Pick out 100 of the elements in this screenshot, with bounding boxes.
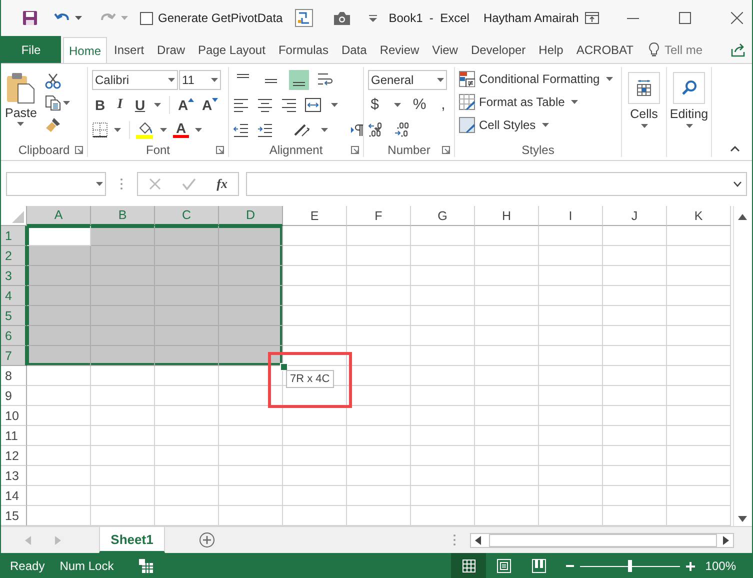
spreadsheet-cell[interactable] — [91, 386, 155, 406]
indent-icon[interactable] — [257, 122, 273, 136]
row-header[interactable]: 11 — [1, 426, 27, 446]
spreadsheet-cell[interactable] — [91, 406, 155, 426]
spreadsheet-cell[interactable] — [475, 406, 539, 426]
column-header[interactable]: C — [155, 206, 219, 226]
spreadsheet-cell[interactable] — [155, 446, 219, 466]
row-header[interactable]: 8 — [1, 366, 27, 386]
refresh-icon[interactable] — [294, 9, 313, 27]
spreadsheet-cell[interactable] — [411, 466, 475, 486]
sheet-tab[interactable]: Sheet1 — [99, 527, 165, 553]
spreadsheet-cell[interactable] — [411, 306, 475, 326]
spreadsheet-cell[interactable] — [155, 346, 219, 366]
spreadsheet-cell[interactable] — [27, 246, 91, 266]
spreadsheet-cell[interactable] — [603, 406, 667, 426]
spreadsheet-cell[interactable] — [411, 426, 475, 446]
spreadsheet-cell[interactable] — [539, 306, 603, 326]
spreadsheet-cell[interactable] — [475, 266, 539, 286]
add-sheet-icon[interactable] — [199, 532, 215, 548]
cell-styles-button[interactable]: Cell Styles — [459, 115, 617, 135]
spreadsheet-cell[interactable] — [475, 446, 539, 466]
paintbrush-icon[interactable] — [44, 117, 61, 133]
align-right-icon[interactable] — [281, 98, 297, 112]
underline-button[interactable]: U — [132, 96, 148, 112]
table-brush-icon[interactable] — [459, 94, 475, 110]
spreadsheet-cell[interactable] — [219, 386, 283, 406]
ribbon-tab[interactable]: Review — [374, 36, 426, 63]
spreadsheet-cell[interactable] — [91, 446, 155, 466]
spreadsheet-cell[interactable] — [91, 246, 155, 266]
cells-icon[interactable] — [636, 80, 652, 96]
spreadsheet-cell[interactable] — [603, 326, 667, 346]
spreadsheet-cell[interactable] — [667, 386, 731, 406]
spreadsheet-cell[interactable] — [91, 326, 155, 346]
row-header[interactable]: 6 — [1, 326, 27, 346]
spreadsheet-cell[interactable] — [347, 426, 411, 446]
ribbon-button[interactable]: Cells — [626, 69, 662, 128]
ribbon-tab[interactable]: Draw — [151, 36, 192, 63]
spreadsheet-cell[interactable] — [347, 286, 411, 306]
customize-icon[interactable] — [368, 14, 377, 22]
spreadsheet-cell[interactable] — [411, 406, 475, 426]
spreadsheet-cell[interactable] — [347, 486, 411, 506]
dialog-launcher-icon[interactable] — [351, 146, 359, 154]
spreadsheet-cell[interactable] — [27, 486, 91, 506]
spreadsheet-cell[interactable] — [539, 486, 603, 506]
decimal-arrow-icon[interactable] — [394, 122, 410, 138]
spreadsheet-cell[interactable] — [667, 346, 731, 366]
spreadsheet-cell[interactable] — [27, 426, 91, 446]
slider-thumb[interactable] — [628, 560, 632, 572]
select-all-icon[interactable] — [12, 211, 24, 223]
spreadsheet-cell[interactable] — [91, 226, 155, 246]
spreadsheet-cell[interactable] — [27, 406, 91, 426]
spreadsheet-cell[interactable] — [347, 306, 411, 326]
fill-handle[interactable] — [280, 363, 288, 371]
spreadsheet-cell[interactable] — [411, 326, 475, 346]
spreadsheet-cell[interactable] — [539, 406, 603, 426]
spreadsheet-cell[interactable] — [91, 426, 155, 446]
number-format-dropdown[interactable]: General — [368, 70, 447, 90]
spreadsheet-cell[interactable] — [475, 426, 539, 446]
spreadsheet-cell[interactable] — [667, 446, 731, 466]
column-header[interactable]: F — [347, 206, 411, 226]
next-sheet-icon[interactable] — [55, 536, 61, 544]
page-break-view-icon[interactable] — [530, 558, 547, 574]
ribbon-tab[interactable]: Insert — [108, 36, 150, 63]
spreadsheet-cell[interactable] — [27, 446, 91, 466]
spreadsheet-cell[interactable] — [667, 286, 731, 306]
spreadsheet-cell[interactable] — [219, 246, 283, 266]
file-tab[interactable]: File — [1, 36, 61, 63]
spreadsheet-cell[interactable] — [219, 306, 283, 326]
spreadsheet-cell[interactable] — [155, 406, 219, 426]
spreadsheet-cell[interactable] — [539, 286, 603, 306]
spreadsheet-cell[interactable] — [283, 426, 347, 446]
outdent-icon[interactable] — [233, 122, 249, 136]
font-size-dropdown[interactable]: 11 — [179, 70, 221, 90]
dialog-launcher-icon[interactable] — [442, 146, 450, 154]
spreadsheet-cell[interactable] — [411, 446, 475, 466]
spreadsheet-cell[interactable] — [283, 446, 347, 466]
column-header[interactable]: A — [27, 206, 91, 226]
spreadsheet-cell[interactable] — [219, 286, 283, 306]
spreadsheet-cell[interactable] — [539, 226, 603, 246]
spreadsheet-cell[interactable] — [155, 246, 219, 266]
spreadsheet-cell[interactable] — [283, 466, 347, 486]
spreadsheet-cell[interactable] — [603, 226, 667, 246]
spreadsheet-cell[interactable] — [475, 386, 539, 406]
comma-button[interactable]: , — [436, 96, 450, 113]
spreadsheet-cell[interactable] — [603, 286, 667, 306]
spreadsheet-cell[interactable] — [27, 466, 91, 486]
spreadsheet-cell[interactable] — [603, 366, 667, 386]
dialog-launcher-icon[interactable] — [216, 146, 224, 154]
paragraph-direction-icon[interactable] — [350, 122, 364, 136]
rules-icon[interactable] — [459, 71, 475, 87]
ribbon-tab[interactable]: Developer — [464, 36, 532, 63]
spreadsheet-cell[interactable] — [283, 226, 347, 246]
camera-icon[interactable] — [332, 11, 351, 25]
spreadsheet-cell[interactable] — [27, 386, 91, 406]
insert-function-button[interactable]: fx — [216, 176, 228, 192]
spreadsheet-cell[interactable] — [667, 246, 731, 266]
spreadsheet-cell[interactable] — [155, 426, 219, 446]
spreadsheet-cell[interactable] — [91, 466, 155, 486]
spreadsheet-cell[interactable] — [411, 226, 475, 246]
spreadsheet-cell[interactable] — [475, 486, 539, 506]
